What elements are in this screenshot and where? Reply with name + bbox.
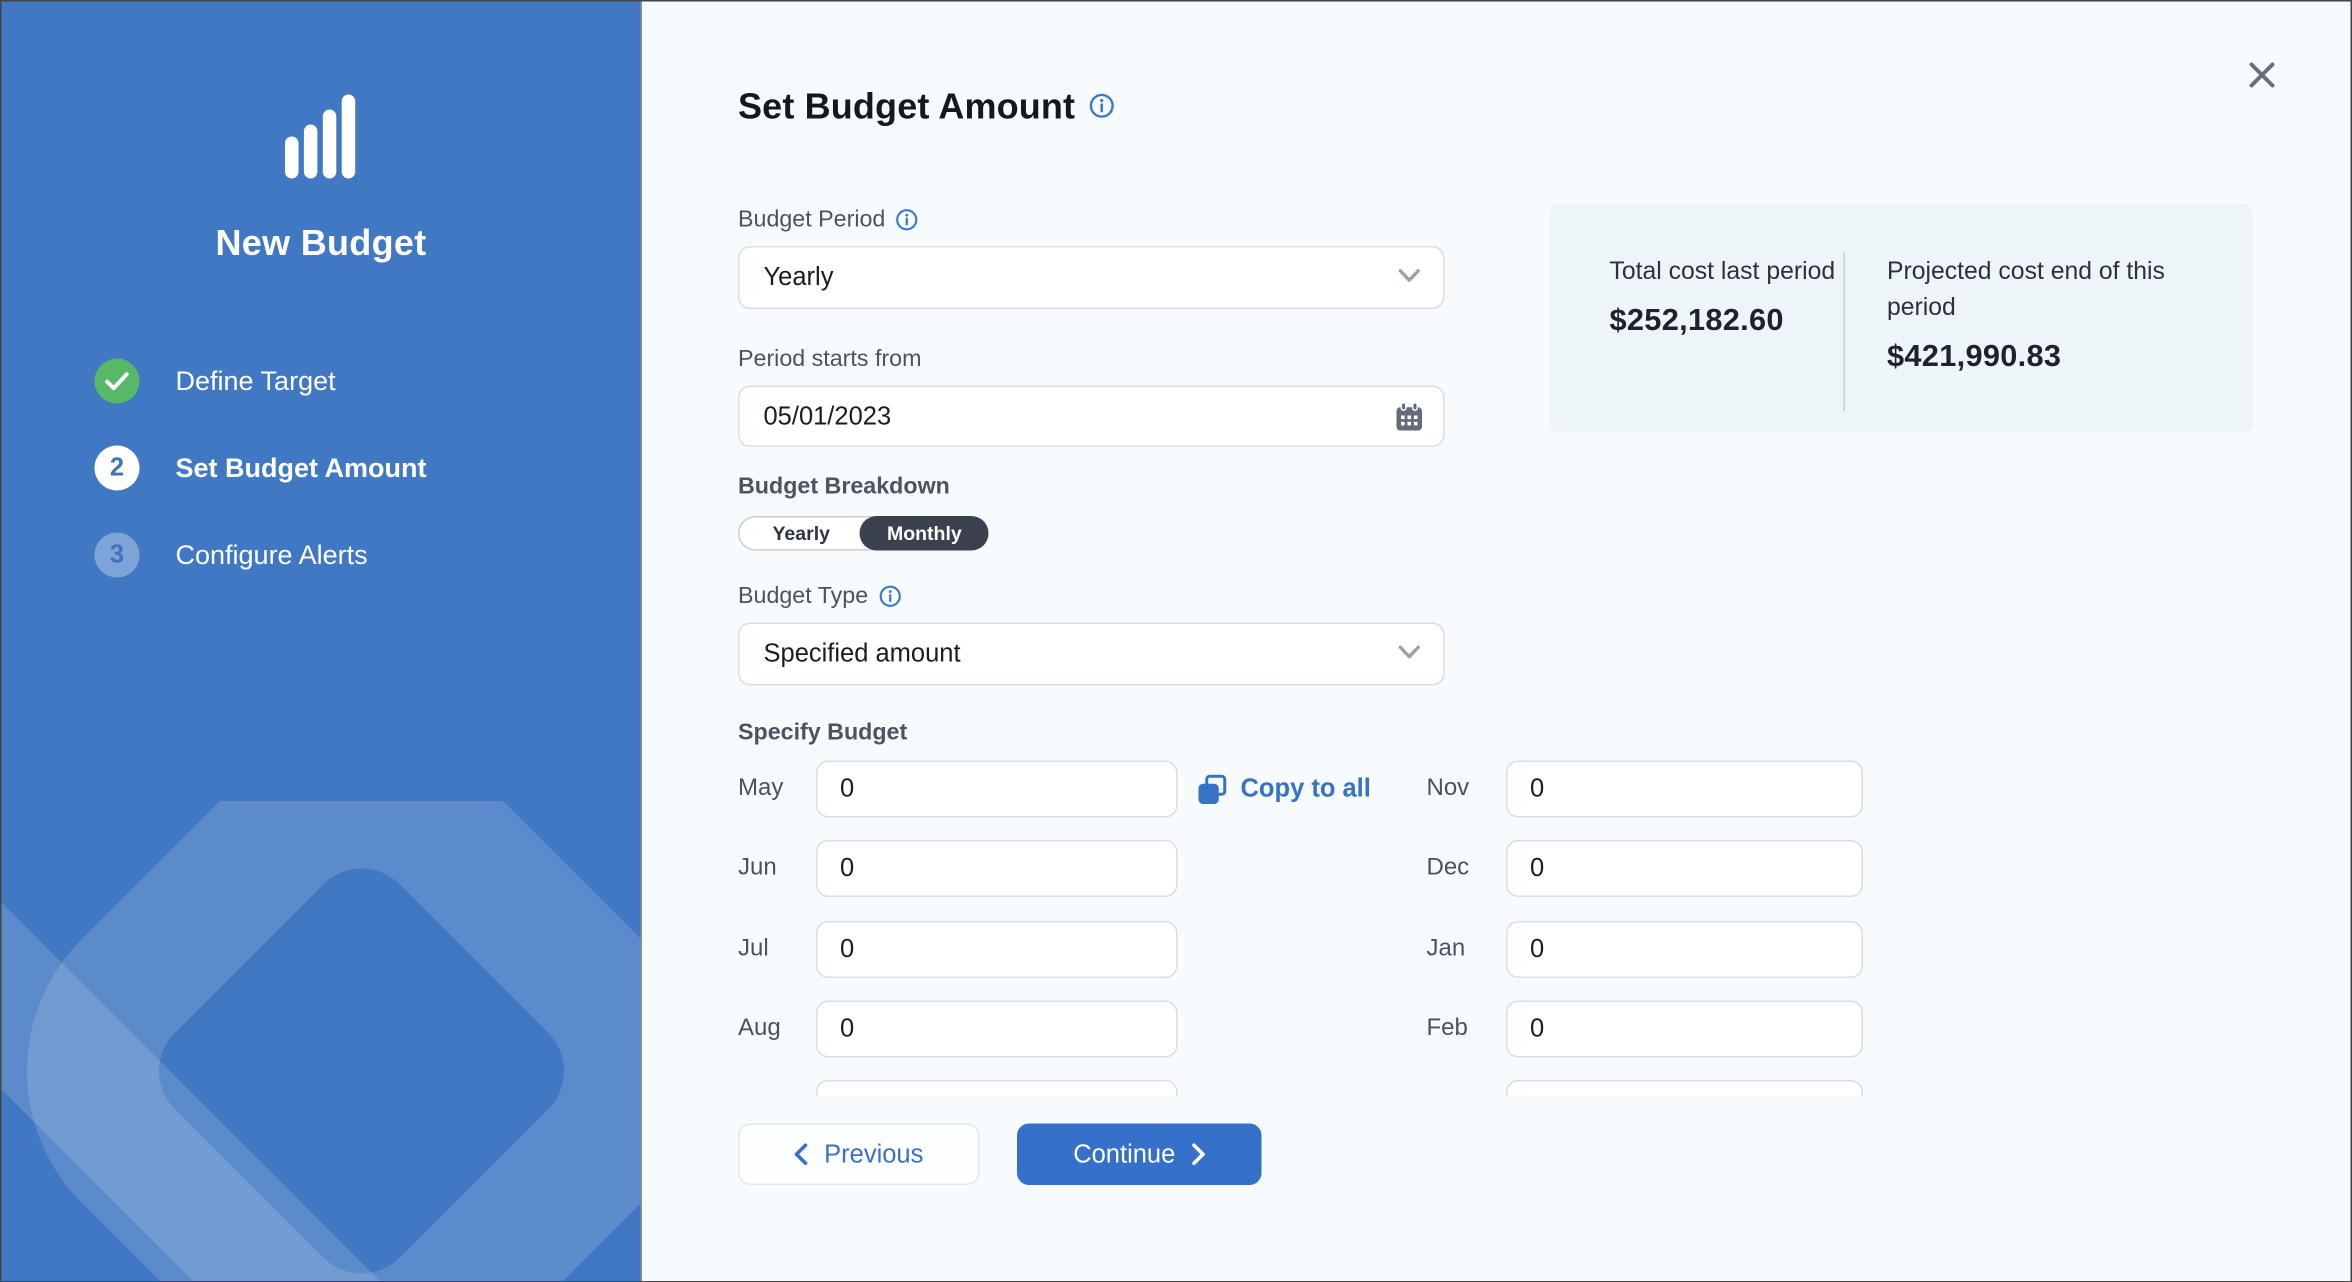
period-starts-label: Period starts from — [738, 345, 1445, 374]
month-amount-input-nov[interactable] — [1506, 761, 1863, 818]
wizard-steps: Define Target 2 Set Budget Amount 3 Conf… — [2, 359, 641, 620]
month-label: Aug — [738, 1000, 781, 1057]
month-amount-input-jan[interactable] — [1506, 920, 1863, 977]
month-row-partial — [738, 1080, 1961, 1096]
brand-watermark — [2, 801, 643, 1281]
chevron-left-icon — [794, 1143, 809, 1166]
month-amount-input-jul[interactable] — [816, 920, 1178, 977]
month-amount-input-mar[interactable] — [1506, 1080, 1863, 1096]
copy-to-all-button[interactable]: Copy to all — [1197, 761, 1371, 818]
new-budget-modal: New Budget Define Target 2 Set Budget Am… — [0, 0, 2352, 1282]
summary-label: Projected cost end of this period — [1887, 254, 2240, 326]
step-number-badge: 3 — [95, 533, 140, 578]
summary-amount: $421,990.83 — [1887, 339, 2240, 375]
chevron-down-icon — [1398, 264, 1421, 291]
month-label: Feb — [1427, 1000, 1468, 1057]
wizard-sidebar: New Budget Define Target 2 Set Budget Am… — [2, 2, 643, 1282]
check-icon — [95, 359, 140, 404]
wizard-footer: Previous Continue — [738, 1124, 1262, 1186]
budget-breakdown-toggle: Yearly Monthly — [738, 516, 989, 551]
step-label: Define Target — [176, 365, 336, 397]
budget-period-value: Yearly — [764, 263, 834, 293]
chevron-right-icon — [1190, 1143, 1205, 1166]
cost-summary-panel: Total cost last period $252,182.60 Proje… — [1550, 204, 2254, 432]
month-label: May — [738, 761, 783, 818]
step-number-badge: 2 — [95, 446, 140, 491]
month-amount-input-may[interactable] — [816, 761, 1178, 818]
step-set-budget-amount[interactable]: 2 Set Budget Amount — [95, 446, 641, 491]
month-row: Jul Jan — [738, 920, 1961, 977]
page-title: Set Budget Amount — [738, 87, 1075, 129]
month-row: Jun Dec — [738, 840, 1961, 897]
total-cost-last-period: Total cost last period $252,182.60 — [1610, 254, 1844, 433]
budget-type-value: Specified amount — [764, 639, 961, 669]
summary-label: Total cost last period — [1610, 254, 1844, 290]
month-amount-input-dec[interactable] — [1506, 840, 1863, 897]
wizard-title: New Budget — [2, 224, 641, 266]
continue-button[interactable]: Continue — [1017, 1124, 1262, 1186]
budget-type-label: Budget Type — [738, 582, 1445, 611]
step-label: Configure Alerts — [176, 539, 368, 571]
info-icon[interactable] — [896, 209, 919, 232]
budget-period-label: Budget Period — [738, 206, 1445, 235]
month-amount-input-aug[interactable] — [816, 1000, 1178, 1057]
budget-form: Budget Period Yearly Period starts from — [738, 206, 1445, 1097]
summary-amount: $252,182.60 — [1610, 303, 1844, 339]
step-configure-alerts[interactable]: 3 Configure Alerts — [95, 533, 641, 578]
specify-budget-label: Specify Budget — [738, 719, 1445, 748]
copy-icon — [1197, 773, 1229, 805]
period-starts-field — [738, 386, 1445, 448]
budget-breakdown-label: Budget Breakdown — [738, 473, 1445, 502]
month-label: Dec — [1427, 840, 1470, 897]
period-starts-input[interactable] — [764, 401, 1420, 431]
budget-period-select[interactable]: Yearly — [738, 246, 1445, 309]
close-icon[interactable] — [2243, 56, 2282, 95]
month-amount-input-sep[interactable] — [816, 1080, 1178, 1096]
month-label: Jan — [1427, 920, 1466, 977]
month-budget-grid: May Copy to all Nov — [738, 761, 1961, 1097]
month-label: Nov — [1427, 761, 1470, 818]
chevron-down-icon — [1398, 641, 1421, 668]
step-define-target[interactable]: Define Target — [95, 359, 641, 404]
previous-button[interactable]: Previous — [738, 1124, 980, 1186]
budget-type-select[interactable]: Specified amount — [738, 623, 1445, 686]
step-label: Set Budget Amount — [176, 452, 427, 484]
info-icon[interactable] — [879, 585, 902, 608]
month-label: Jul — [738, 920, 769, 977]
month-amount-input-jun[interactable] — [816, 840, 1178, 897]
set-budget-amount-panel: Set Budget Amount Budget Period Yearly — [642, 2, 2351, 1282]
projected-cost-end-period: Projected cost end of this period $421,9… — [1887, 254, 2240, 433]
bar-chart-logo — [2, 95, 641, 179]
month-amount-input-feb[interactable] — [1506, 1000, 1863, 1057]
summary-divider — [1844, 252, 1846, 411]
toggle-option-monthly[interactable]: Monthly — [860, 516, 989, 551]
month-row: May Copy to all Nov — [738, 761, 1961, 818]
toggle-option-yearly[interactable]: Yearly — [740, 518, 860, 550]
month-row: Aug Feb — [738, 1000, 1961, 1057]
info-icon[interactable] — [1089, 93, 1115, 126]
month-label: Jun — [738, 840, 777, 897]
calendar-icon[interactable] — [1395, 401, 1424, 431]
